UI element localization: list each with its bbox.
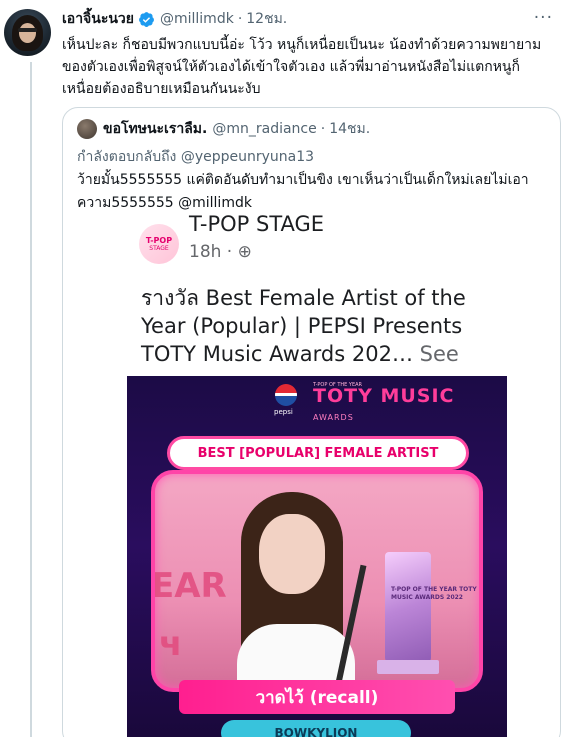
tweet-header: เอาจิ้นะนวย @millimdk · 12ชม. ···	[62, 8, 559, 30]
trophy-engraving: T-POP OF THE YEAR TOTY MUSIC AWARDS 2022	[391, 586, 477, 601]
artist-face	[259, 514, 325, 594]
embedded-screenshot-image[interactable]: T-POP STAGE T-POP STAGE 18h · ⊕ รางวัล B…	[123, 212, 508, 737]
author-avatar[interactable]	[4, 9, 51, 56]
tweet-body-text: เห็นปะละ ก็ชอบมีพวกแบบนี้อ่ะ โว้ว หนูก็เ…	[62, 37, 542, 97]
toty-logo-subtitle: AWARDS	[313, 413, 354, 422]
logo-text-small: STAGE	[149, 245, 169, 252]
quoted-author-handle[interactable]: @mn_radiance	[212, 121, 316, 137]
logo-text-large: T-POP	[145, 236, 173, 245]
pepsi-logo-icon	[275, 384, 297, 406]
quoted-tweet-header: ขอโทษนะเราลืม. @mn_radiance · 14ชม.	[77, 118, 550, 140]
artist-name-pill: BOWKYLION	[221, 720, 411, 737]
artist-name-text: BOWKYLION	[274, 726, 358, 737]
author-display-name[interactable]: เอาจิ้นะนวย	[62, 8, 134, 30]
header-separator: ·	[237, 11, 243, 27]
replying-to-mention-link[interactable]: @yeppeunryuna13	[181, 149, 314, 165]
artist-photo-frame: EAR ч T-POP OF THE YEAR TOTY MUSIC AWARD…	[151, 470, 483, 692]
award-poster-image: pepsi T-POP OF THE YEAR TOTY MUSIC AWARD…	[127, 376, 507, 737]
quoted-tweet-body-text: ว้ายมั้น5555555 แค่ติดอันดับทำมาเป็นขิง …	[77, 172, 529, 211]
stage-background-text-2: ч	[159, 624, 183, 664]
embedded-post-time: 18h · ⊕	[189, 242, 252, 262]
trophy-base	[377, 660, 439, 674]
replying-to-line: กำลังตอบกลับถึง @yeppeunryuna13	[77, 146, 314, 168]
song-title-text: วาดไว้ (recall)	[255, 687, 379, 708]
thread-connector-line	[30, 62, 32, 737]
author-handle[interactable]: @millimdk	[160, 11, 234, 27]
quoted-author-display-name[interactable]: ขอโทษนะเราลืม.	[103, 118, 207, 140]
award-category-banner: BEST [POPULAR] FEMALE ARTIST	[167, 436, 469, 470]
stage-background-text: EAR	[151, 566, 227, 606]
toty-logo-title: TOTY MUSIC	[313, 385, 455, 407]
tpop-stage-logo: T-POP STAGE	[139, 224, 179, 264]
award-trophy	[385, 552, 431, 662]
replying-to-label: กำลังตอบกลับถึง	[77, 149, 177, 165]
tweet-timestamp[interactable]: 12ชม.	[246, 8, 287, 30]
award-category-text: BEST [POPULAR] FEMALE ARTIST	[197, 445, 439, 461]
quoted-header-separator: ·	[320, 121, 326, 137]
pepsi-label: pepsi	[274, 408, 293, 416]
avatar-glasses	[18, 28, 37, 32]
embedded-page-name: T-POP STAGE	[189, 212, 325, 236]
quoted-author-avatar[interactable]	[77, 119, 97, 139]
more-options-icon[interactable]: ···	[534, 8, 553, 28]
quoted-tweet-card[interactable]: ขอโทษนะเราลืม. @mn_radiance · 14ชม. กำลั…	[62, 107, 561, 737]
quoted-tweet-timestamp[interactable]: 14ชม.	[329, 118, 370, 140]
verified-badge-icon	[139, 11, 154, 27]
avatar-face	[19, 23, 36, 43]
embedded-caption-text: รางวัล Best Female Artist of the Year (P…	[141, 286, 466, 366]
song-title-banner: วาดไว้ (recall)	[179, 680, 455, 714]
